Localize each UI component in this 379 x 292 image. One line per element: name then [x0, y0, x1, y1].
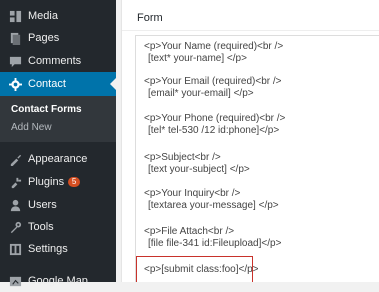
submenu-contact-forms[interactable]: Contact Forms	[11, 104, 82, 115]
code-line: <p>Your Inquiry<br />	[144, 188, 241, 199]
panel-divider	[122, 30, 379, 31]
sidebar-item-label: Settings	[28, 243, 68, 255]
sidebar-item-label: Google Map	[28, 275, 88, 287]
users-icon	[8, 198, 22, 212]
sidebar-item-label: Comments	[28, 55, 82, 67]
code-line: [text your-subject] </p>	[148, 164, 250, 175]
code-line: <p>Your Email (required)<br />	[144, 76, 282, 87]
code-line: <p>File Attach<br />	[144, 226, 235, 237]
code-line: [email* your-email] </p>	[148, 88, 254, 99]
sidebar-item-comments[interactable]: Comments	[0, 50, 116, 72]
appearance-icon	[8, 152, 22, 166]
submenu-add-new[interactable]: Add New	[11, 122, 52, 133]
sidebar-item-label: Media	[28, 10, 58, 22]
code-line: [file file-341 id:Fileupload]</p>	[148, 238, 282, 249]
code-line: <p>Your Name (required)<br />	[144, 41, 284, 52]
sidebar-item-media[interactable]: Media	[0, 5, 116, 27]
code-line: <p>Your Phone (required)<br />	[144, 113, 286, 124]
sidebar-item-label: Appearance	[28, 153, 88, 165]
sidebar-item-label: Contact	[28, 78, 66, 90]
sidebar-item-tools[interactable]: Tools	[0, 216, 116, 238]
sidebar-item-label: Pages	[28, 32, 60, 44]
form-template-editor[interactable]: <p>Your Name (required)<br /> [text* you…	[135, 35, 379, 282]
comments-icon	[8, 54, 22, 68]
sidebar-item-label: Tools	[28, 221, 54, 233]
sidebar-item-appearance[interactable]: Appearance	[0, 148, 116, 170]
sidebar-item-contact[interactable]: Contact	[0, 72, 116, 96]
code-line: [tel* tel-530 /12 id:phone]</p>	[148, 125, 280, 136]
code-line: <p>Subject<br />	[144, 152, 221, 163]
code-line: [textarea your-message] </p>	[148, 200, 279, 211]
contact-submenu: Contact Forms Add New	[0, 96, 116, 142]
sidebar-item-settings[interactable]: Settings	[0, 238, 116, 260]
sidebar-item-users[interactable]: Users	[0, 194, 116, 216]
sidebar-item-label: Users	[28, 199, 57, 211]
submit-line-highlight	[136, 256, 253, 282]
sidebar-item-google-map[interactable]: Google Map	[0, 270, 116, 292]
tools-icon	[8, 220, 22, 234]
main-content: Form <p>Your Name (required)<br /> [text…	[116, 0, 379, 282]
form-panel: Form <p>Your Name (required)<br /> [text…	[121, 0, 379, 282]
contact-icon	[8, 77, 22, 91]
sidebar-item-pages[interactable]: Pages	[0, 27, 116, 49]
sidebar-item-plugins[interactable]: Plugins 5	[0, 171, 116, 193]
code-line: [text* your-name] </p>	[148, 53, 247, 64]
plugins-update-badge: 5	[68, 177, 81, 187]
settings-icon	[8, 242, 22, 256]
admin-sidebar: Media Pages Comments Contact Contact For…	[0, 0, 116, 287]
sidebar-item-label: Plugins	[28, 176, 65, 188]
plugins-icon	[8, 175, 22, 189]
map-icon	[8, 274, 22, 288]
pages-icon	[8, 31, 22, 45]
media-icon	[8, 9, 22, 23]
panel-title: Form	[137, 12, 163, 24]
